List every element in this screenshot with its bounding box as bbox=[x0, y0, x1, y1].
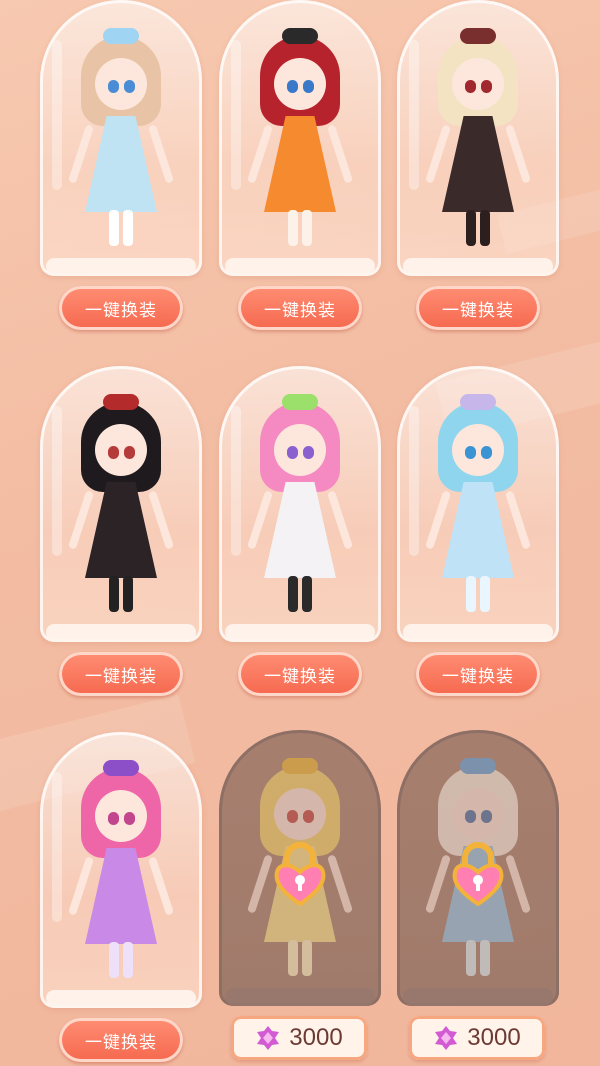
display-dome-locked bbox=[397, 730, 559, 1006]
one-click-outfit-button[interactable]: 一键换装 bbox=[238, 652, 362, 696]
display-dome bbox=[397, 366, 559, 642]
one-click-outfit-button[interactable]: 一键换装 bbox=[59, 286, 183, 330]
display-dome bbox=[40, 732, 202, 1008]
one-click-outfit-button[interactable]: 一键换装 bbox=[59, 652, 183, 696]
doll-figure bbox=[424, 28, 532, 258]
doll-figure bbox=[67, 28, 175, 258]
gem-icon bbox=[257, 1026, 280, 1050]
doll-figure bbox=[424, 394, 532, 624]
doll-figure bbox=[246, 394, 354, 624]
doll-figure bbox=[67, 760, 175, 990]
display-dome bbox=[40, 366, 202, 642]
heart-lock-icon bbox=[274, 842, 326, 906]
gem-icon bbox=[435, 1026, 458, 1050]
price-tag[interactable]: 3000 bbox=[231, 1016, 367, 1060]
outfit-grid: 一键换装 一键换装 一键换装 一键换装 一键换装 一键换装 一键换装 3000 … bbox=[0, 0, 600, 1066]
one-click-outfit-button[interactable]: 一键换装 bbox=[59, 1018, 183, 1062]
doll-figure bbox=[67, 394, 175, 624]
heart-lock-icon bbox=[452, 842, 504, 906]
one-click-outfit-button[interactable]: 一键换装 bbox=[238, 286, 362, 330]
display-dome bbox=[219, 0, 381, 276]
one-click-outfit-button[interactable]: 一键换装 bbox=[416, 652, 540, 696]
one-click-outfit-button[interactable]: 一键换装 bbox=[416, 286, 540, 330]
display-dome-locked bbox=[219, 730, 381, 1006]
display-dome bbox=[219, 366, 381, 642]
price-value: 3000 bbox=[467, 1024, 521, 1051]
display-dome bbox=[40, 0, 202, 276]
price-value: 3000 bbox=[289, 1024, 343, 1051]
doll-figure bbox=[246, 28, 354, 258]
display-dome bbox=[397, 0, 559, 276]
price-tag[interactable]: 3000 bbox=[409, 1016, 545, 1060]
